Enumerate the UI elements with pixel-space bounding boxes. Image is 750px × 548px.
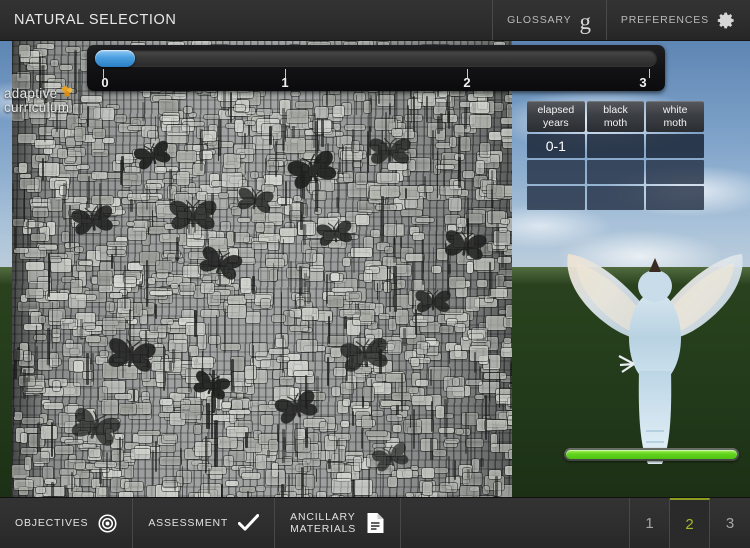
ancillary-label-line-2: MATERIALS [290, 523, 357, 535]
timeline-tick-label: 1 [281, 75, 289, 90]
header-word: white [662, 104, 688, 116]
glossary-button[interactable]: GLOSSARY g [492, 0, 606, 40]
assessment-label: ASSESSMENT [148, 517, 229, 529]
column-header-white-moth: white moth [646, 101, 704, 132]
gear-icon [717, 11, 736, 30]
table-cell [527, 186, 585, 210]
page-navigation: 123 [630, 498, 750, 548]
objectives-button[interactable]: OBJECTIVES [0, 498, 134, 548]
timeline-tick-label: 2 [463, 75, 471, 90]
table-cell: 0-1 [527, 134, 585, 158]
table-cell [646, 186, 704, 210]
timeline-tick [649, 69, 650, 78]
table-row [527, 186, 704, 210]
table-cell [527, 160, 585, 184]
table-header-row: elapsed years black moth white moth [527, 101, 704, 132]
ancillary-label: ANCILLARY MATERIALS [290, 511, 356, 535]
preferences-button[interactable]: PREFERENCES [605, 0, 750, 40]
energy-progress-fill [566, 450, 737, 459]
table-cell [586, 134, 645, 158]
table-cell [586, 160, 645, 184]
header-word: moth [603, 116, 628, 129]
header-word: elapsed [537, 104, 575, 116]
moth-black[interactable] [167, 199, 219, 233]
page-button-3[interactable]: 3 [710, 498, 750, 548]
target-icon [98, 513, 117, 533]
bottom-bar: OBJECTIVES ASSESSMENT ANCILLARY MATERIAL… [0, 497, 750, 548]
checkmark-icon [238, 514, 260, 531]
energy-progress-bar [564, 448, 739, 461]
header-word: moth [663, 116, 687, 129]
table-cell [586, 186, 645, 210]
table-row [527, 160, 704, 184]
header-word: years [542, 116, 569, 129]
column-header-elapsed-years: elapsed years [527, 101, 585, 132]
application-window: NATURAL SELECTION GLOSSARY g PREFERENCES [0, 0, 750, 548]
table-cell [646, 160, 704, 184]
ancillary-materials-button[interactable]: ANCILLARY MATERIALS [275, 498, 402, 548]
column-header-black-moth: black moth [586, 101, 645, 132]
page-button-1[interactable]: 1 [630, 498, 670, 548]
moth-black[interactable] [413, 289, 452, 315]
timeline-slider-handle[interactable] [95, 50, 135, 67]
timeline-tick-label: 3 [639, 75, 647, 90]
page-title: NATURAL SELECTION [14, 12, 177, 28]
timeline-slider-track[interactable] [95, 50, 657, 67]
timeline-slider-panel: 0 1 2 3 [87, 45, 665, 91]
document-icon [367, 513, 384, 533]
header-word: black [603, 104, 628, 116]
page-button-2[interactable]: 2 [670, 498, 710, 548]
glossary-g-icon: g [579, 8, 592, 34]
moth-population-table: elapsed years black moth white moth 0-1 [525, 99, 706, 212]
table-cell [646, 134, 704, 158]
bottom-bar-spacer [401, 498, 630, 548]
top-bar: NATURAL SELECTION GLOSSARY g PREFERENCES [0, 0, 750, 41]
moth-black[interactable] [367, 137, 413, 167]
preferences-label: PREFERENCES [620, 14, 709, 26]
assessment-button[interactable]: ASSESSMENT [133, 498, 276, 548]
timeline-tick-label: 0 [101, 75, 109, 90]
ancillary-label-line-1: ANCILLARY [290, 511, 356, 523]
objectives-label: OBJECTIVES [15, 517, 89, 529]
glossary-label: GLOSSARY [507, 14, 572, 26]
tree-trunk-bark[interactable] [12, 41, 512, 497]
table-row: 0-1 [527, 134, 704, 158]
